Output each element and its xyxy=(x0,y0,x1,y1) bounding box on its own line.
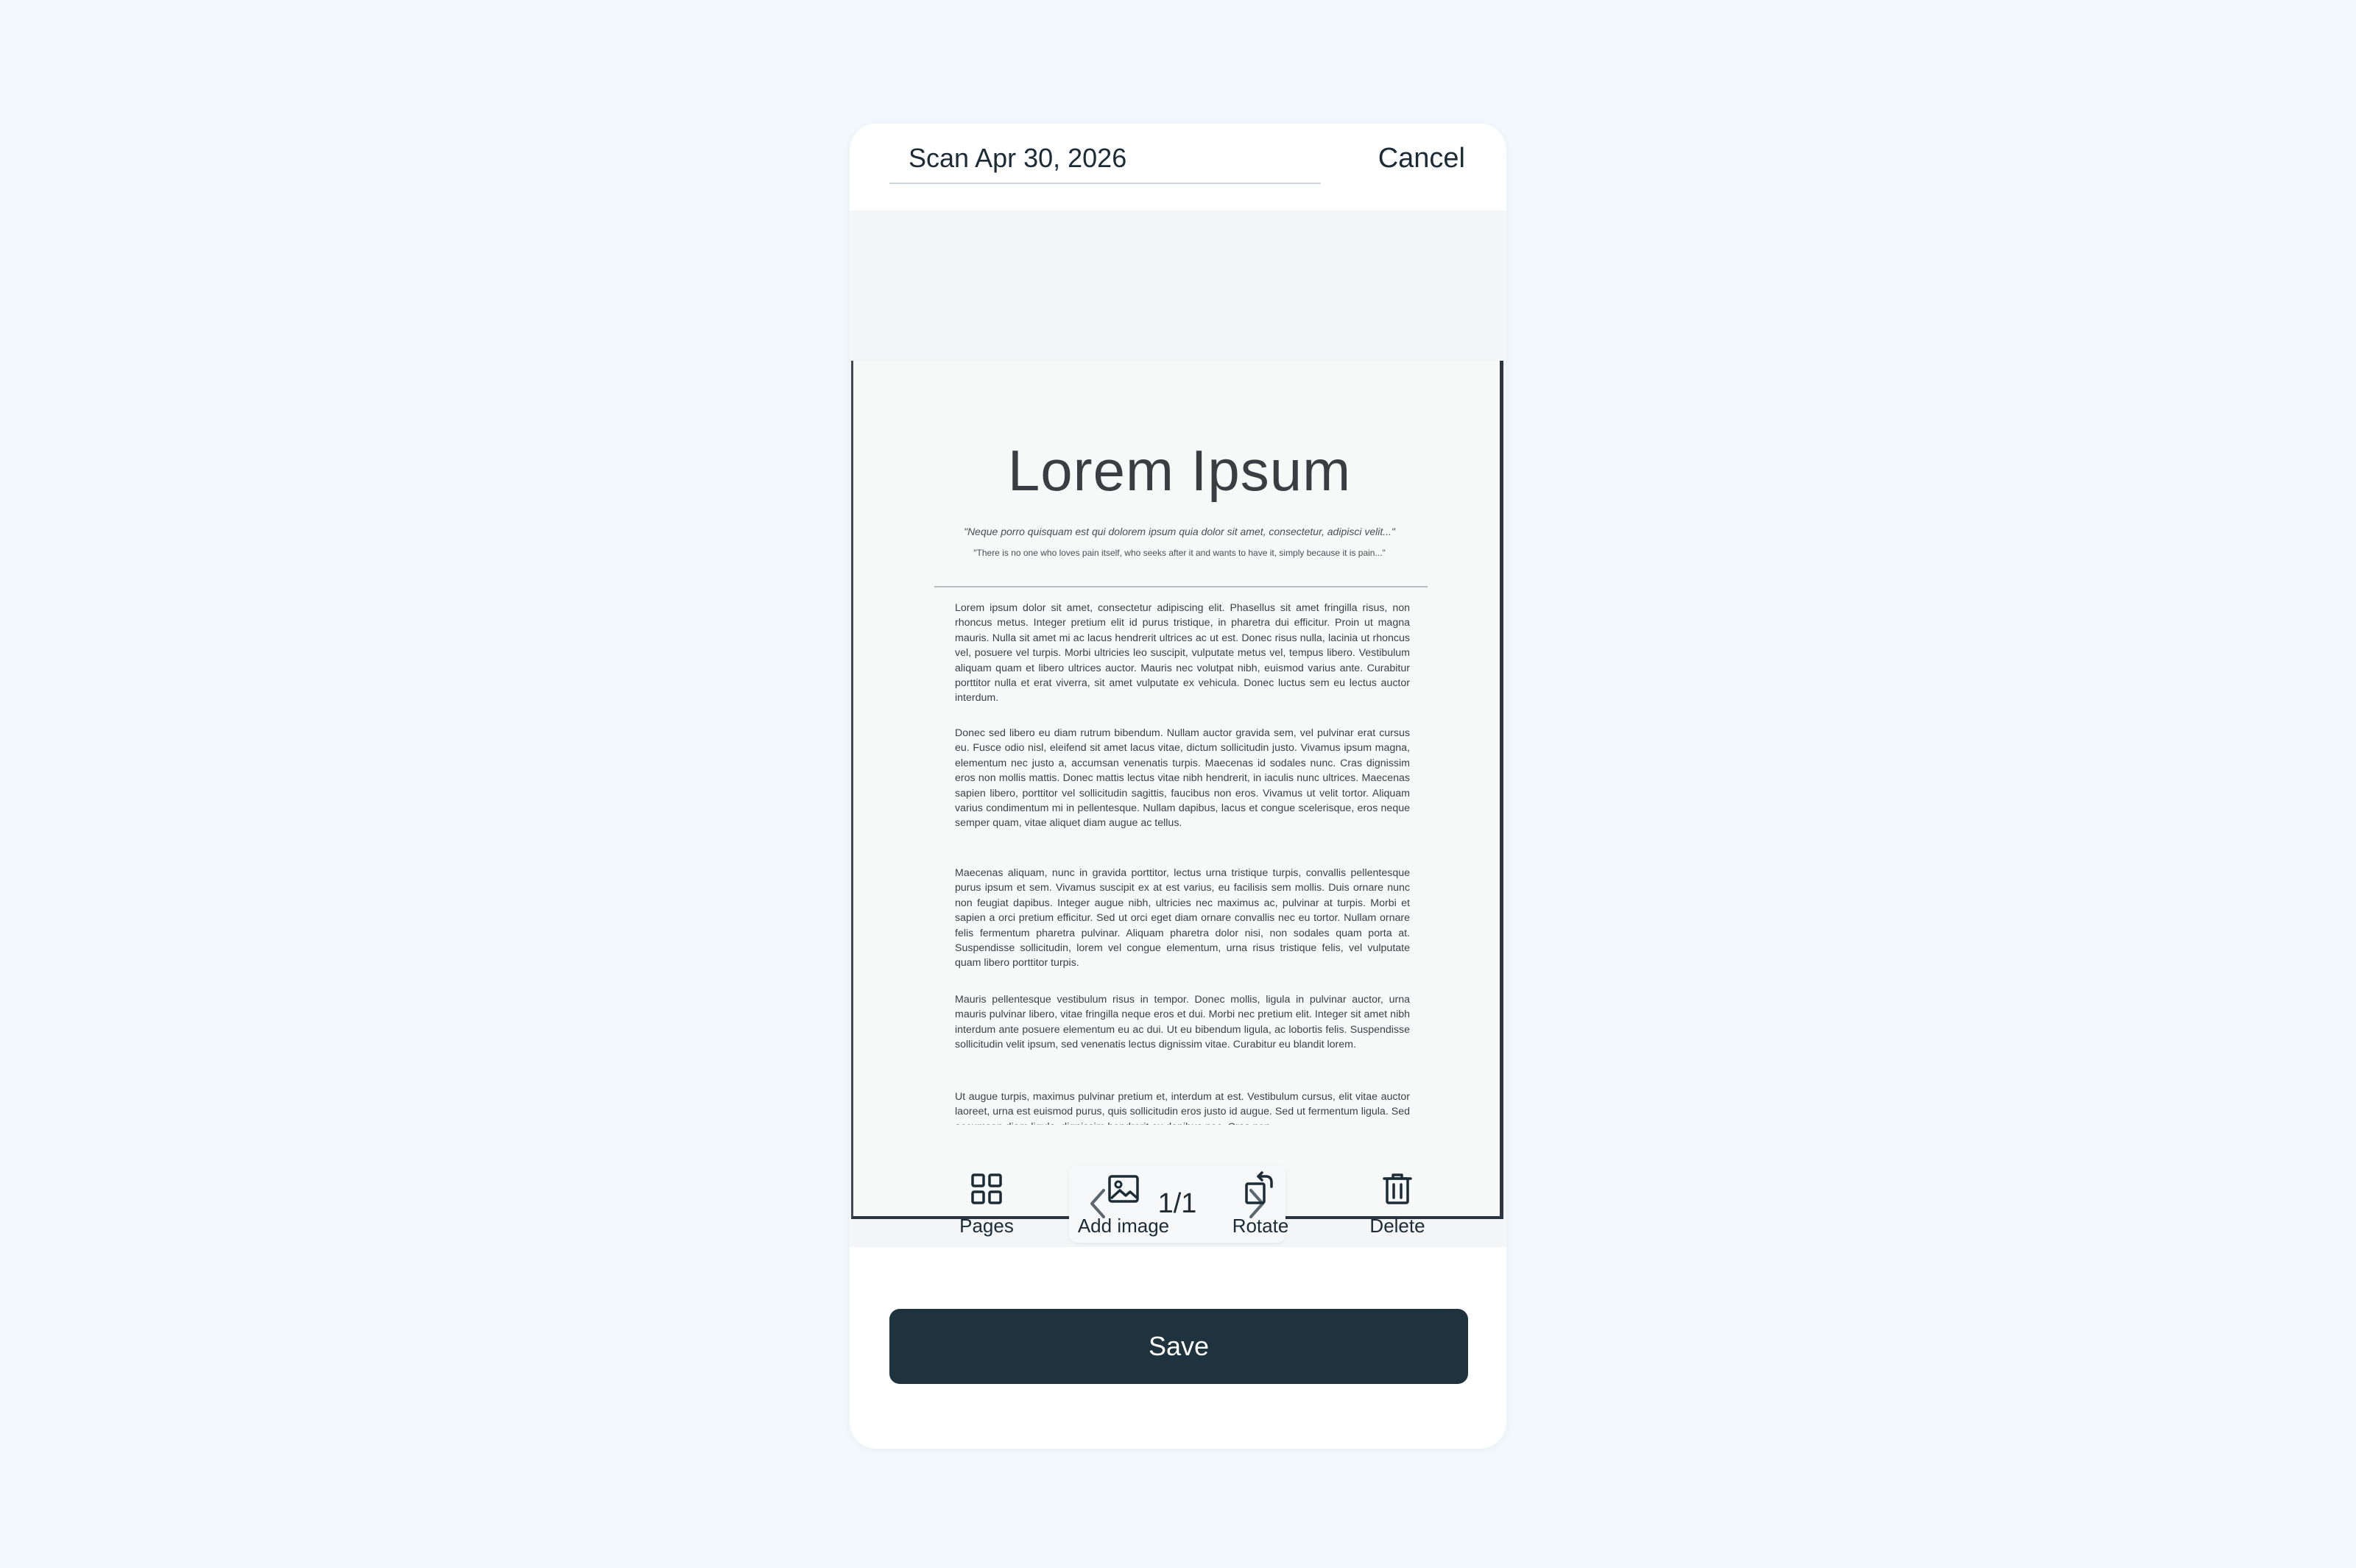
rotate-icon xyxy=(1245,1171,1273,1204)
scanned-page-sheet: Lorem Ipsum "Neque porro quisquam est qu… xyxy=(851,361,1503,1219)
document-title: Lorem Ipsum xyxy=(1007,438,1352,503)
document-paragraph-4: Mauris pellentesque vestibulum risus in … xyxy=(955,994,1410,1051)
scan-title-field[interactable]: Scan Apr 30, 2026 xyxy=(889,134,1321,184)
document-paragraph-5: Ut augue turpis, maximus pulvinar pretiu… xyxy=(955,1091,1410,1125)
delete-label: Delete xyxy=(1369,1215,1425,1237)
rotate-button[interactable]: Rotate xyxy=(1194,1170,1327,1237)
document-preview-area: Lorem Ipsum "Neque porro quisquam est qu… xyxy=(850,211,1506,1247)
add-image-button[interactable]: Add image xyxy=(1057,1170,1190,1237)
document-quote-1: "Neque porro quisquam est qui dolorem ip… xyxy=(964,526,1395,537)
scanned-page: Lorem Ipsum "Neque porro quisquam est qu… xyxy=(851,361,1506,1219)
pages-label: Pages xyxy=(959,1215,1014,1237)
pages-button[interactable]: Pages xyxy=(920,1170,1053,1237)
document-paragraph-2: Donec sed libero eu diam rutrum bibendum… xyxy=(955,727,1410,830)
document-divider xyxy=(934,586,1428,587)
cancel-button[interactable]: Cancel xyxy=(1378,143,1465,174)
add-image-label: Add image xyxy=(1077,1215,1170,1237)
header: Scan Apr 30, 2026 Cancel xyxy=(850,124,1506,211)
save-button[interactable]: Save xyxy=(889,1309,1468,1384)
trash-icon xyxy=(1383,1173,1412,1204)
document-paragraph-3: Maecenas aliquam, nunc in gravida portti… xyxy=(955,867,1410,970)
scan-title-input[interactable]: Scan Apr 30, 2026 xyxy=(889,143,1126,174)
document-paragraph-1: Lorem ipsum dolor sit amet, consectetur … xyxy=(955,602,1410,704)
image-icon xyxy=(1108,1175,1139,1203)
delete-button[interactable]: Delete xyxy=(1331,1170,1464,1237)
scan-editor-card: Scan Apr 30, 2026 Cancel Lorem Ipsum "Ne… xyxy=(850,124,1506,1449)
document-quote-2: "There is no one who loves pain itself, … xyxy=(973,548,1386,558)
rotate-label: Rotate xyxy=(1232,1215,1289,1237)
grid-icon xyxy=(971,1173,1002,1204)
